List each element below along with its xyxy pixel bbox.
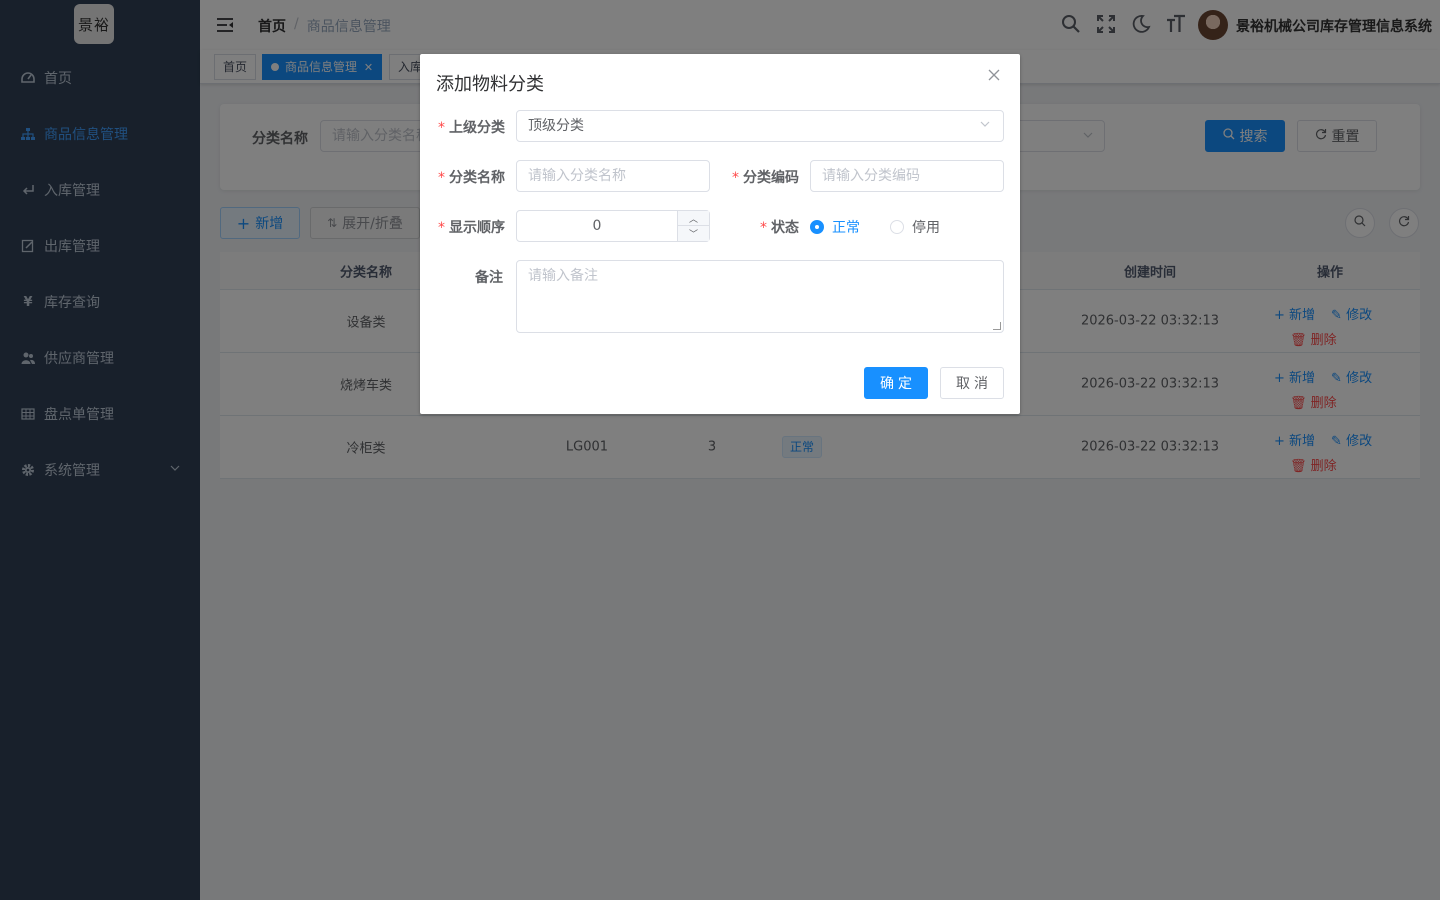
dialog-title: 添加物料分类	[436, 74, 544, 95]
close-icon[interactable]	[988, 66, 1004, 82]
order-number-input[interactable]: 0 ︿ ﹀	[516, 210, 710, 242]
label-text: 分类名称	[449, 170, 505, 186]
chevron-down-icon	[979, 111, 991, 141]
required-mark: *	[732, 170, 739, 186]
confirm-button[interactable]: 确定	[864, 367, 928, 399]
number-value: 0	[592, 218, 602, 234]
remark-textarea[interactable]: 请输入备注	[516, 260, 1004, 333]
resize-handle-icon[interactable]	[993, 322, 1001, 330]
remark-label: 备注	[475, 270, 503, 286]
category-code-input[interactable]: 请输入分类编码	[810, 160, 1004, 192]
status-label: * 状态	[760, 217, 799, 237]
label-text: 状态	[771, 220, 799, 236]
select-value: 顶级分类	[528, 118, 584, 134]
parent-category-select[interactable]: 顶级分类	[516, 110, 1004, 142]
required-mark: *	[438, 220, 445, 236]
required-mark: *	[438, 120, 445, 136]
textarea-placeholder: 请输入备注	[528, 268, 598, 284]
label-text: 显示顺序	[449, 220, 505, 236]
radio-label: 正常	[832, 220, 860, 236]
category-name-input[interactable]: 请输入分类名称	[516, 160, 710, 192]
order-label: * 显示顺序	[438, 217, 505, 237]
increase-icon[interactable]: ︿	[678, 211, 709, 226]
status-radio-normal[interactable]: 正常	[810, 217, 860, 237]
parent-label: * 上级分类	[438, 117, 505, 137]
radio-checked-icon	[810, 220, 824, 234]
cancel-button[interactable]: 取消	[940, 367, 1004, 399]
label-text: 分类编码	[743, 170, 799, 186]
decrease-icon[interactable]: ﹀	[678, 226, 709, 241]
radio-label: 停用	[912, 220, 940, 236]
add-category-dialog: 添加物料分类 * 上级分类 顶级分类 * 分类名称 请输入分类名称 * 分类编码 请输…	[420, 54, 1020, 414]
number-controls: ︿ ﹀	[677, 211, 709, 241]
radio-unchecked-icon	[890, 220, 904, 234]
status-radio-disabled[interactable]: 停用	[890, 217, 940, 237]
name-label: * 分类名称	[438, 167, 505, 187]
code-label: * 分类编码	[732, 167, 799, 187]
required-mark: *	[438, 170, 445, 186]
label-text: 上级分类	[449, 120, 505, 136]
required-mark: *	[760, 220, 767, 236]
